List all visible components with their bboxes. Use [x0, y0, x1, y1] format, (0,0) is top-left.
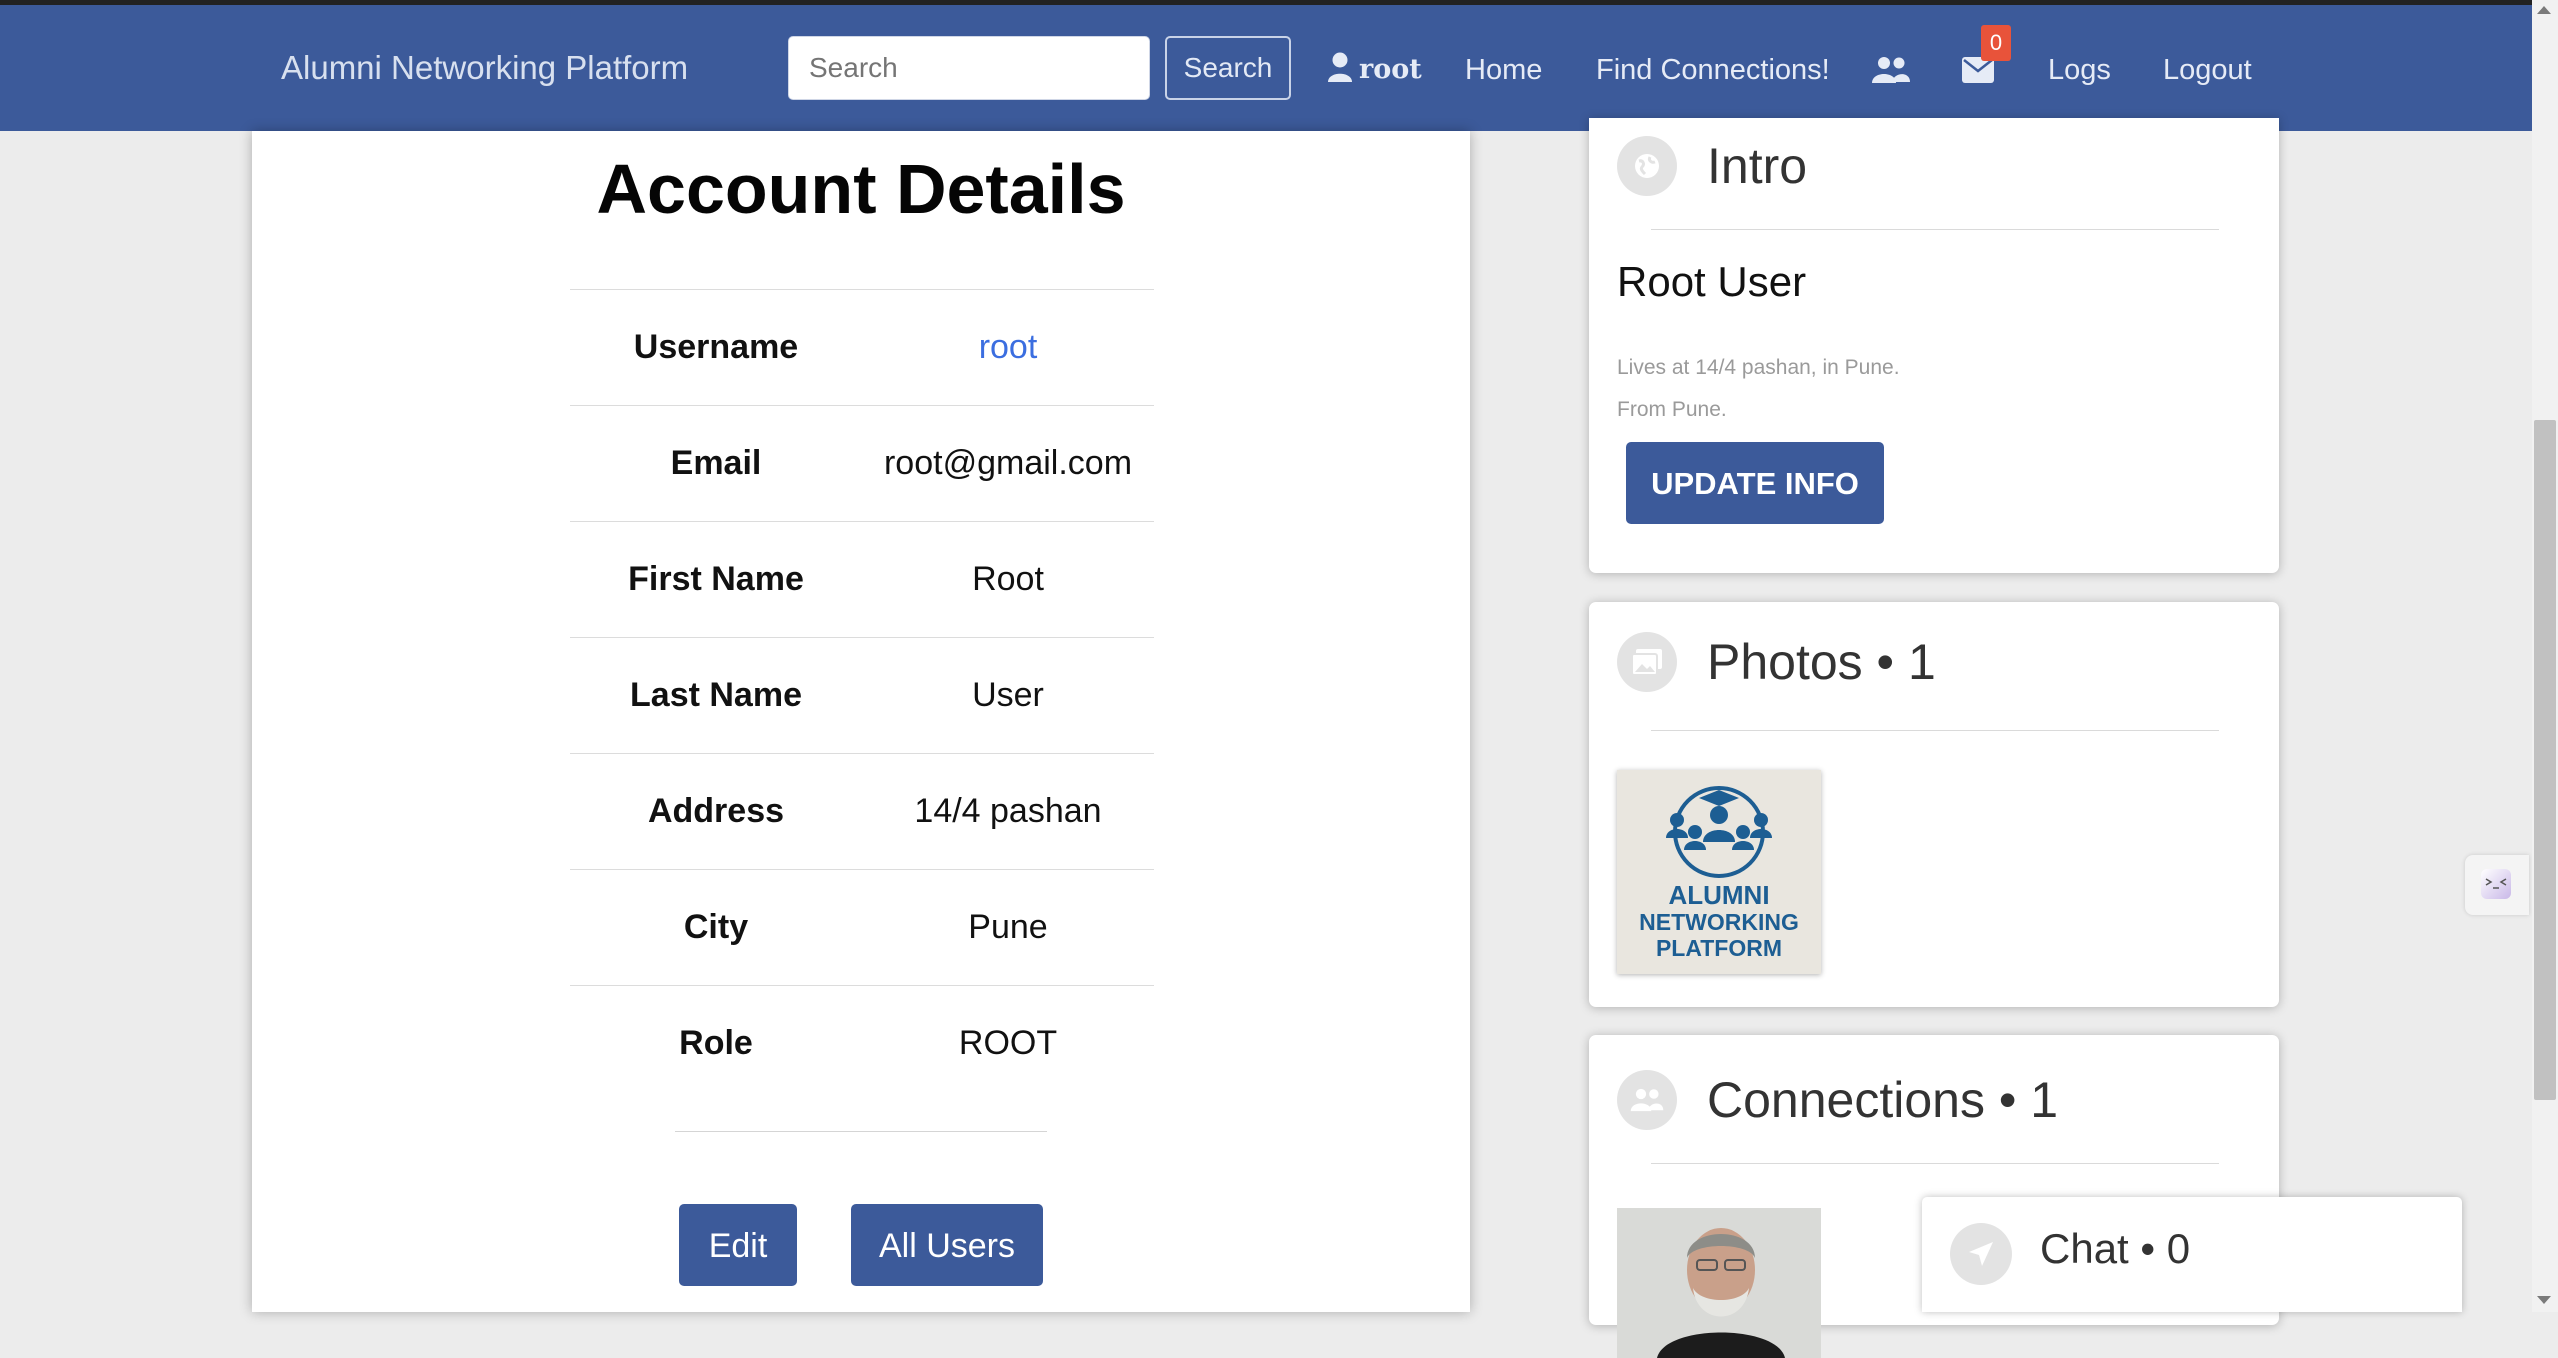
- nav-home-link[interactable]: Home: [1465, 54, 1542, 87]
- detail-label: Address: [647, 792, 785, 830]
- account-details-card: Account Details Username root Email root…: [252, 131, 1470, 1312]
- users-icon[interactable]: [1872, 56, 1910, 89]
- username-link[interactable]: root: [862, 328, 1154, 367]
- scroll-down-arrow[interactable]: [2537, 1296, 2551, 1304]
- connections-header: Connections • 1: [1617, 1070, 2058, 1130]
- logo-text-networking: NETWORKING: [1639, 909, 1799, 935]
- intro-title: Intro: [1707, 138, 1808, 194]
- detail-row-first-name: First Name Root: [570, 521, 1154, 637]
- detail-label: Email: [670, 444, 762, 482]
- detail-label: City: [683, 908, 749, 946]
- detail-label: First Name: [628, 560, 804, 598]
- search-button[interactable]: Search: [1165, 36, 1291, 100]
- connections-title: Connections • 1: [1707, 1072, 2059, 1128]
- detail-label: Last Name: [630, 676, 802, 714]
- detail-row-city: City Pune: [570, 869, 1154, 985]
- detail-row-address: Address 14/4 pashan: [570, 753, 1154, 869]
- side-extension-tab[interactable]: [2465, 855, 2529, 915]
- divider: [1651, 730, 2219, 731]
- chat-title: Chat • 0: [2040, 1225, 2191, 1272]
- nav-profile-link[interactable]: root: [1327, 52, 1422, 85]
- detail-value: Root: [972, 560, 1044, 598]
- messages-badge: 0: [1981, 25, 2011, 61]
- brand-link[interactable]: Alumni Networking Platform: [281, 49, 688, 87]
- nav-username: root: [1359, 54, 1422, 85]
- update-info-button[interactable]: UPDATE INFO: [1626, 442, 1884, 524]
- photo-thumbnail[interactable]: ALUMNI NETWORKING PLATFORM: [1617, 770, 1821, 974]
- detail-row-last-name: Last Name User: [570, 637, 1154, 753]
- detail-value: ROOT: [958, 1024, 1058, 1062]
- globe-icon: [1617, 136, 1677, 196]
- detail-row-role: Role ROOT: [570, 985, 1154, 1101]
- photos-header: Photos • 1: [1617, 632, 1936, 692]
- detail-value: Pune: [968, 908, 1048, 946]
- intro-header: Intro: [1617, 136, 1807, 196]
- photos-card: Photos • 1 ALUMNI NETWORKING PLATFORM: [1589, 602, 2279, 1007]
- photos-title: Photos • 1: [1707, 634, 1936, 690]
- nav-find-connections-link[interactable]: Find Connections!: [1596, 54, 1830, 87]
- detail-label: Role: [679, 1024, 753, 1062]
- scrollbar-thumb[interactable]: [2534, 420, 2556, 1100]
- nav-logs-link[interactable]: Logs: [2048, 54, 2111, 87]
- nav-logout-link[interactable]: Logout: [2163, 54, 2252, 87]
- detail-row-email: Email root@gmail.com: [570, 405, 1154, 521]
- search-input[interactable]: [788, 36, 1150, 100]
- detail-value: 14/4 pashan: [914, 792, 1102, 830]
- detail-value: root@gmail.com: [883, 444, 1133, 482]
- alumni-logo-icon: [1666, 786, 1772, 878]
- account-details-table: Username root Email root@gmail.com First…: [570, 289, 1154, 1101]
- lives-at-text: Lives at 14/4 pashan, in Pune.: [1617, 356, 1900, 379]
- profile-name: Root User: [1617, 258, 1807, 305]
- users-icon: [1617, 1070, 1677, 1130]
- image-icon: [1617, 632, 1677, 692]
- all-users-button[interactable]: All Users: [851, 1204, 1043, 1286]
- scroll-up-arrow[interactable]: [2537, 6, 2551, 14]
- divider: [675, 1131, 1047, 1132]
- extension-icon: [2481, 869, 2511, 899]
- from-text: From Pune.: [1617, 398, 1727, 421]
- page-title: Account Details: [596, 150, 1126, 228]
- intro-card: Intro Root User Lives at 14/4 pashan, in…: [1589, 118, 2279, 573]
- detail-label: Username: [633, 328, 799, 366]
- send-icon: [1950, 1223, 2012, 1285]
- divider: [1651, 1163, 2219, 1164]
- divider: [1651, 229, 2219, 230]
- logo-text-alumni: ALUMNI: [1668, 880, 1770, 910]
- envelope-icon[interactable]: [1962, 57, 1994, 88]
- detail-value: User: [972, 676, 1044, 714]
- logo-text-platform: PLATFORM: [1655, 935, 1783, 961]
- detail-row-username: Username root: [570, 289, 1154, 405]
- edit-button[interactable]: Edit: [679, 1204, 797, 1286]
- user-icon: [1328, 52, 1352, 82]
- chat-widget[interactable]: Chat • 0: [1922, 1197, 2462, 1312]
- navbar: Alumni Networking Platform Search root H…: [0, 5, 2532, 131]
- connection-avatar[interactable]: [1617, 1208, 1821, 1358]
